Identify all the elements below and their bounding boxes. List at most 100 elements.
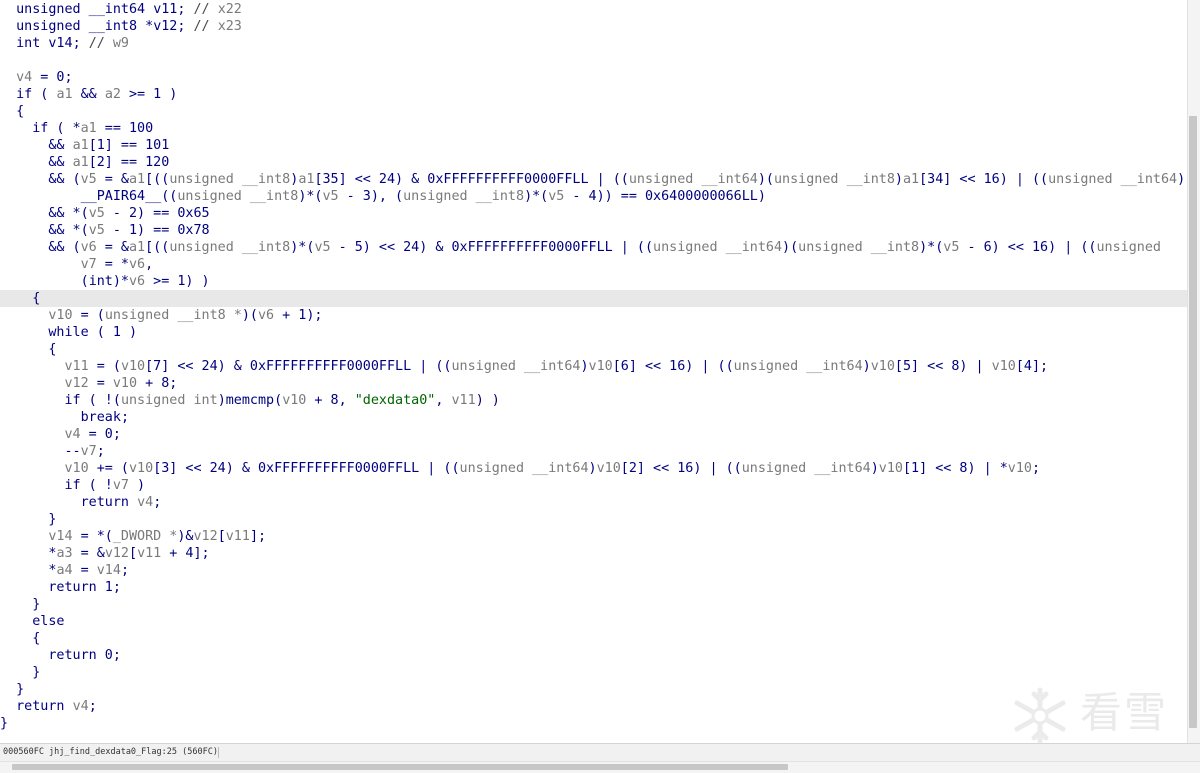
code-line[interactable]: v4 = 0; xyxy=(0,69,1187,86)
code-line-text: v10 = (unsigned __int8 *)(v6 + 1); xyxy=(0,307,322,324)
code-line-text: { xyxy=(0,103,24,120)
code-line[interactable]: (int)*v6 >= 1) ) xyxy=(0,273,1187,290)
code-token: v10 xyxy=(0,308,73,323)
code-line[interactable]: unsigned __int64 v11; // x22 xyxy=(0,1,1187,18)
code-line[interactable]: { xyxy=(0,341,1187,358)
code-line[interactable]: v11 = (v10[7] << 24) & 0xFFFFFFFFFF0000F… xyxy=(0,358,1187,375)
code-line[interactable]: int v14; // w9 xyxy=(0,35,1187,52)
code-line[interactable]: else xyxy=(0,613,1187,630)
code-token: )* xyxy=(112,274,129,289)
code-line[interactable]: && *(v5 - 1) == 0x78 xyxy=(0,222,1187,239)
code-line-text: unsigned __int8 *v12; // x23 xyxy=(0,18,242,35)
code-line-text: return 1; xyxy=(0,579,121,596)
code-line[interactable]: v14 = *(_DWORD *)&v12[v11]; xyxy=(0,528,1187,545)
code-token: a3 xyxy=(56,546,73,561)
code-token: ) xyxy=(894,172,903,187)
code-token: unsigned __int64 xyxy=(653,240,783,255)
code-token: return xyxy=(0,648,97,663)
code-token: a2 xyxy=(104,87,121,102)
code-token: && ( xyxy=(0,172,81,187)
code-token: v11 xyxy=(225,529,250,544)
code-line[interactable]: --v7; xyxy=(0,443,1187,460)
code-line-text: } xyxy=(0,664,40,681)
code-token: v12 xyxy=(193,529,218,544)
vertical-scrollbar-thumb[interactable] xyxy=(1189,116,1197,728)
code-token: [6] << 16) | (( xyxy=(612,359,734,374)
code-token: v5 xyxy=(943,240,960,255)
code-token: v10 xyxy=(991,359,1016,374)
code-line-text: v7 = *v6, xyxy=(0,256,154,273)
code-line[interactable]: { xyxy=(0,290,1187,307)
code-token: = ( xyxy=(88,359,121,374)
code-line-text: *a4 = v14; xyxy=(0,562,129,579)
code-line[interactable]: __PAIR64__((unsigned __int8)*(v5 - 3), (… xyxy=(0,188,1187,205)
code-line-text: if ( a1 && a2 >= 1 ) xyxy=(0,86,177,103)
code-line[interactable]: && (v6 = &a1[((unsigned __int8)*(v5 - 5)… xyxy=(0,239,1187,256)
code-token: v11 xyxy=(451,393,476,408)
code-token: a1 xyxy=(298,172,315,187)
code-token: v7 xyxy=(80,444,97,459)
code-line[interactable]: v10 = (unsigned __int8 *)(v6 + 1); xyxy=(0,307,1187,324)
code-line[interactable]: return v4; xyxy=(0,494,1187,511)
code-line[interactable]: if ( !(unsigned int)memcmp(v10 + 8, "dex… xyxy=(0,392,1187,409)
code-token: w9 xyxy=(112,36,129,51)
code-line[interactable]: { xyxy=(0,630,1187,647)
code-line[interactable]: v12 = v10 + 8; xyxy=(0,375,1187,392)
code-token: v14 xyxy=(96,563,121,578)
code-line[interactable]: { xyxy=(0,103,1187,120)
code-line[interactable]: break; xyxy=(0,409,1187,426)
code-line[interactable]: return 0; xyxy=(0,647,1187,664)
code-token: unsigned __int64 xyxy=(1048,172,1178,187)
code-token: [2] << 16) | (( xyxy=(620,461,742,476)
code-token: v12 xyxy=(104,546,129,561)
code-token: ; xyxy=(72,36,89,51)
code-line[interactable]: && (v5 = &a1[((unsigned __int8)a1[35] <<… xyxy=(0,171,1187,188)
code-line[interactable] xyxy=(0,52,1187,69)
code-token: _DWORD * xyxy=(112,529,178,544)
code-token: v10 xyxy=(0,461,89,476)
code-line[interactable]: } xyxy=(0,596,1187,613)
code-token: ; xyxy=(88,699,97,714)
status-separator xyxy=(218,747,219,758)
pseudocode-view[interactable]: unsigned __int64 v11; // x22 unsigned __… xyxy=(0,0,1187,743)
code-token: x22 xyxy=(217,2,242,17)
code-line-text: break; xyxy=(0,409,129,426)
code-line[interactable]: v10 += (v10[3] << 24) & 0xFFFFFFFFFF0000… xyxy=(0,460,1187,477)
code-line-text: { xyxy=(0,341,56,358)
code-token: ; xyxy=(1031,461,1041,476)
code-line[interactable]: return 1; xyxy=(0,579,1187,596)
code-token: v5 xyxy=(322,189,339,204)
horizontal-scrollbar-thumb[interactable] xyxy=(12,764,788,770)
code-line[interactable]: && *(v5 - 2) == 0x65 xyxy=(0,205,1187,222)
code-token: + 8, xyxy=(306,393,355,408)
code-token: v4 xyxy=(137,495,154,510)
code-line-text: && (v6 = &a1[((unsigned __int8)*(v5 - 5)… xyxy=(0,239,1161,256)
code-line-text: } xyxy=(0,511,56,528)
code-line[interactable]: && a1[1] == 101 xyxy=(0,137,1187,154)
code-line[interactable]: if ( *a1 == 100 xyxy=(0,120,1187,137)
code-line[interactable]: v7 = *v6, xyxy=(0,256,1187,273)
code-line[interactable]: if ( !v7 ) xyxy=(0,477,1187,494)
code-token: 0; xyxy=(96,648,121,663)
code-line[interactable]: unsigned __int8 *v12; // x23 xyxy=(0,18,1187,35)
code-line[interactable]: } xyxy=(0,511,1187,528)
code-line[interactable]: v4 = 0; xyxy=(0,426,1187,443)
code-line-text: __PAIR64__((unsigned __int8)*(v5 - 3), (… xyxy=(0,188,766,205)
code-token: // xyxy=(88,36,113,51)
code-line[interactable]: } xyxy=(0,664,1187,681)
code-token: v4 xyxy=(72,699,89,714)
code-token: v10 xyxy=(120,359,146,374)
code-line[interactable]: while ( 1 ) xyxy=(0,324,1187,341)
code-line[interactable]: if ( a1 && a2 >= 1 ) xyxy=(0,86,1187,103)
code-token: = ( xyxy=(72,308,105,323)
code-line[interactable]: *a4 = v14; xyxy=(0,562,1187,579)
code-line[interactable]: *a3 = &v12[v11 + 4]; xyxy=(0,545,1187,562)
code-token: ) xyxy=(870,461,879,476)
code-line-text: if ( !v7 ) xyxy=(0,477,145,494)
code-token: unsigned __int8 xyxy=(169,240,291,255)
code-token: v10 xyxy=(112,376,138,391)
code-line[interactable]: && a1[2] == 120 xyxy=(0,154,1187,171)
code-token: } xyxy=(0,682,25,697)
code-line-text: (int)*v6 >= 1) ) xyxy=(0,273,210,290)
code-token: )& xyxy=(177,529,194,544)
